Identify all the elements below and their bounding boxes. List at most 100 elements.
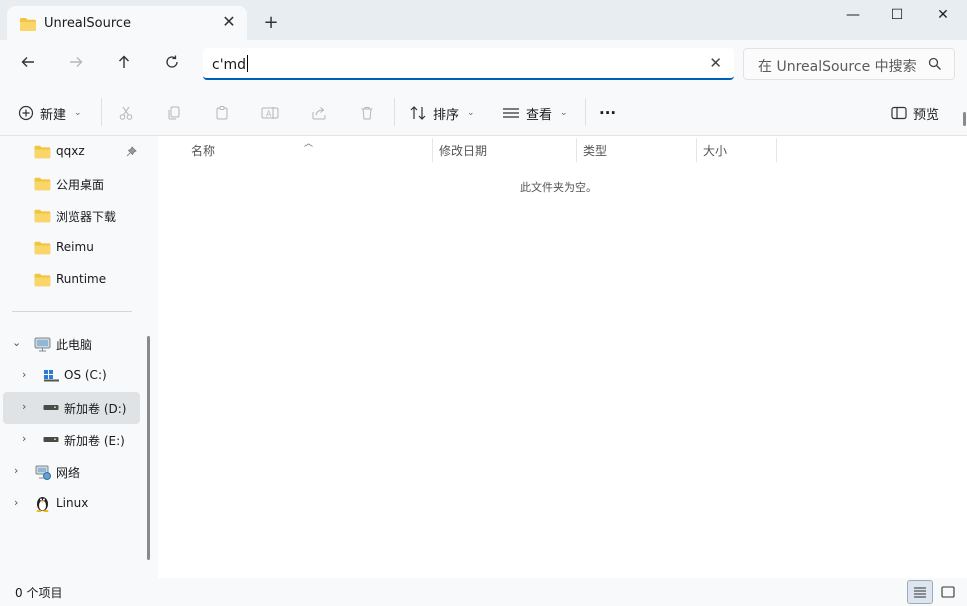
network-icon (35, 465, 51, 480)
address-input[interactable]: c'md (212, 55, 249, 73)
up-button[interactable] (113, 54, 135, 76)
sidebar-item-linux[interactable]: › Linux (8, 488, 142, 520)
column-divider[interactable] (432, 138, 433, 162)
view-list-icon (503, 108, 519, 118)
view-label: 查看 (526, 107, 553, 123)
clear-address-icon[interactable]: ✕ (709, 54, 722, 72)
folder-icon (34, 177, 51, 191)
column-divider[interactable] (576, 138, 577, 162)
folder-icon (34, 209, 51, 223)
sidebar-item-public-desktop[interactable]: 公用桌面 (34, 168, 144, 200)
more-icon: ··· (599, 104, 617, 122)
more-options-button[interactable]: ··· (599, 102, 616, 124)
forward-button[interactable] (65, 54, 87, 76)
arrow-left-icon (21, 57, 34, 67)
column-header-size[interactable]: 大小 (703, 142, 727, 159)
tab-unrealsource[interactable]: UnrealSource ✕ (7, 6, 247, 40)
paste-icon (216, 106, 228, 120)
chevron-down-icon: ⌄ (74, 108, 82, 118)
column-header-name[interactable]: 名称 (191, 142, 215, 159)
refresh-button[interactable] (161, 54, 183, 76)
computer-icon (34, 337, 51, 352)
sidebar-scrollbar[interactable] (147, 336, 150, 560)
sidebar-item-this-pc[interactable]: ⌄ 此电脑 (8, 328, 142, 360)
details-view-button[interactable] (907, 580, 933, 604)
sidebar-item-browser-downloads[interactable]: 浏览器下载 (34, 200, 144, 232)
sidebar-item-reimu[interactable]: Reimu (34, 232, 144, 264)
windows-drive-icon (44, 370, 59, 382)
share-icon (312, 107, 326, 120)
status-bar: 0 个项目 (0, 578, 967, 606)
paste-button[interactable] (212, 103, 232, 123)
sidebar-item-label: Runtime (56, 272, 107, 286)
sidebar-item-label: 新加卷 (D:) (64, 402, 127, 416)
chevron-down-icon: ⌄ (560, 108, 568, 118)
arrow-up-icon (119, 55, 129, 68)
drive-icon (43, 405, 59, 410)
copy-icon (168, 106, 180, 120)
sidebar-item-qqxz[interactable]: qqxz (34, 136, 144, 168)
maximize-button[interactable]: ☐ (886, 6, 908, 24)
sidebar-item-drive-d[interactable]: › 新加卷 (D:) (3, 392, 140, 424)
tiles-view-button[interactable] (935, 580, 961, 604)
preview-pane-icon (891, 106, 907, 120)
sidebar-item-label: 新加卷 (E:) (64, 434, 125, 448)
minimize-button[interactable]: — (842, 6, 864, 24)
column-divider[interactable] (696, 138, 697, 162)
cut-icon (119, 106, 133, 120)
sidebar-item-runtime[interactable]: Runtime (34, 264, 144, 296)
navigation-pane: qqxz 公用桌面 浏览器下载 Reimu Runtime ⌄ 此电脑 › OS… (0, 136, 158, 578)
title-bar: UnrealSource ✕ + — ☐ ✕ (0, 0, 967, 40)
column-header-modified[interactable]: 修改日期 (439, 142, 487, 159)
drive-icon (43, 437, 59, 442)
back-button[interactable] (17, 54, 39, 76)
divider (394, 98, 395, 126)
folder-icon (20, 18, 36, 31)
rename-button[interactable]: A (260, 103, 280, 123)
sidebar-item-label: Reimu (56, 240, 94, 254)
arrow-right-icon (70, 57, 83, 67)
linux-penguin-icon (36, 497, 49, 512)
preview-label: 预览 (913, 107, 940, 123)
new-button[interactable]: 新建 ⌄ (18, 102, 82, 124)
content-scrollbar[interactable] (963, 112, 966, 126)
chevron-right-icon[interactable]: › (22, 400, 26, 413)
close-tab-icon[interactable]: ✕ (221, 14, 237, 30)
share-button[interactable] (309, 103, 329, 123)
chevron-right-icon[interactable]: › (22, 368, 26, 381)
sidebar-item-drive-e[interactable]: › 新加卷 (E:) (8, 424, 142, 456)
refresh-icon (166, 55, 178, 68)
address-bar[interactable]: c'md ✕ (203, 48, 734, 80)
copy-button[interactable] (164, 103, 184, 123)
sidebar-item-label: OS (C:) (64, 368, 107, 382)
sidebar-item-label: Linux (56, 496, 89, 510)
new-tab-button[interactable]: + (262, 14, 280, 32)
new-label: 新建 (40, 107, 67, 123)
empty-folder-message: 此文件夹为空。 (520, 181, 597, 194)
cut-button[interactable] (116, 103, 136, 123)
sort-ascending-icon: ︿ (304, 139, 314, 149)
sidebar-item-label: qqxz (56, 144, 85, 158)
tab-title: UnrealSource (44, 16, 132, 31)
view-button[interactable]: 查看 ⌄ (502, 102, 568, 124)
file-list: ︿ 名称 修改日期 类型 大小 此文件夹为空。 (158, 136, 967, 578)
sidebar-item-label: 此电脑 (56, 338, 93, 352)
search-box[interactable]: 在 UnrealSource 中搜索 (743, 48, 955, 80)
pin-icon (126, 146, 137, 157)
sidebar-item-drive-c[interactable]: › OS (C:) (8, 360, 142, 392)
chevron-right-icon[interactable]: › (14, 464, 18, 477)
sidebar-item-network[interactable]: › 网络 (8, 456, 142, 488)
chevron-right-icon[interactable]: › (22, 432, 26, 445)
column-header-type[interactable]: 类型 (583, 142, 607, 159)
search-icon[interactable] (928, 57, 942, 71)
chevron-right-icon[interactable]: › (14, 496, 18, 509)
column-divider[interactable] (776, 138, 777, 162)
close-window-button[interactable]: ✕ (932, 6, 954, 24)
delete-button[interactable] (357, 103, 377, 123)
chevron-down-icon[interactable]: ⌄ (12, 336, 21, 349)
search-placeholder: 在 UnrealSource 中搜索 (758, 59, 917, 75)
preview-pane-button[interactable]: 预览 (891, 102, 939, 124)
navigation-bar: c'md ✕ 在 UnrealSource 中搜索 (0, 40, 967, 88)
sidebar-divider (12, 311, 132, 312)
sort-button[interactable]: 排序 ⌄ (409, 102, 475, 124)
